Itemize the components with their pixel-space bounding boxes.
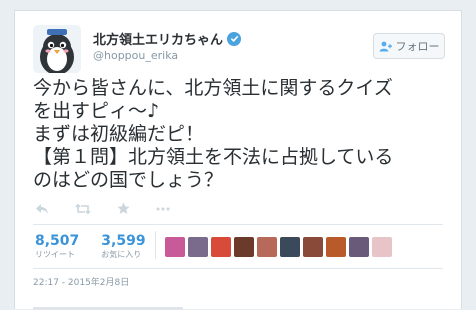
favorite-label: お気に入り (101, 250, 142, 259)
favoriter-avatars (165, 237, 392, 257)
retweet-label: リツイート (35, 250, 75, 259)
favorite-stat[interactable]: 3,599 お気に入り (101, 233, 145, 260)
follow-button-label: フォロー (395, 40, 440, 53)
add-user-icon (379, 41, 392, 51)
more-icon[interactable] (156, 207, 170, 211)
tweet-text-line: 【第１問】北方領土を不法に占拠している (33, 146, 394, 168)
tweet-actions (35, 202, 170, 215)
retweet-icon[interactable] (75, 203, 91, 215)
tweet-text-line: 今から皆さんに、北方領土に関するクイズ (33, 77, 393, 99)
tweet-text-line: を出すピィ～♪ (33, 100, 160, 122)
favoriter-avatar[interactable] (234, 237, 254, 257)
tweet-text: 今から皆さんに、北方領土に関するクイズ を出すピィ～♪ まずは初級編だピ！ 【第… (33, 77, 453, 192)
author-avatar[interactable] (33, 25, 81, 73)
divider (33, 268, 443, 269)
favoriter-avatar[interactable] (211, 237, 231, 257)
reply-icon[interactable] (35, 203, 49, 215)
tweet-timestamp[interactable]: 22:17 - 2015年2月8日 (33, 275, 129, 288)
retweet-stat[interactable]: 8,507 リツイート (35, 233, 79, 260)
favoriter-avatar[interactable] (188, 237, 208, 257)
favoriter-avatar[interactable] (303, 237, 323, 257)
favoriter-avatar[interactable] (326, 237, 346, 257)
tweet-stats: 8,507 リツイート 3,599 お気に入り (35, 233, 146, 260)
penguin-mascot-icon (33, 25, 81, 73)
favoriter-avatar[interactable] (372, 237, 392, 257)
favoriter-avatar[interactable] (257, 237, 277, 257)
favoriter-avatar[interactable] (165, 237, 185, 257)
verified-badge-icon (227, 31, 242, 46)
tweet-card: 北方領土エリカちゃん @hoppou_erika フォロー 今から皆さんに、北方… (14, 10, 462, 310)
retweet-count: 8,507 (35, 233, 80, 249)
author-screen-name[interactable]: @hoppou_erika (93, 49, 178, 62)
tweet-text-line: まずは初級編だピ！ (33, 123, 205, 145)
favoriter-avatar[interactable] (349, 237, 369, 257)
favoriter-avatar[interactable] (280, 237, 300, 257)
author-display-name[interactable]: 北方領土エリカちゃん (93, 29, 223, 48)
stats-divider (155, 231, 156, 259)
favorite-count: 3,599 (101, 233, 146, 249)
tweet-text-line: のはどの国でしょう？ (33, 169, 224, 191)
divider (33, 224, 443, 225)
favorite-icon[interactable] (117, 202, 130, 215)
follow-button[interactable]: フォロー (373, 33, 445, 59)
